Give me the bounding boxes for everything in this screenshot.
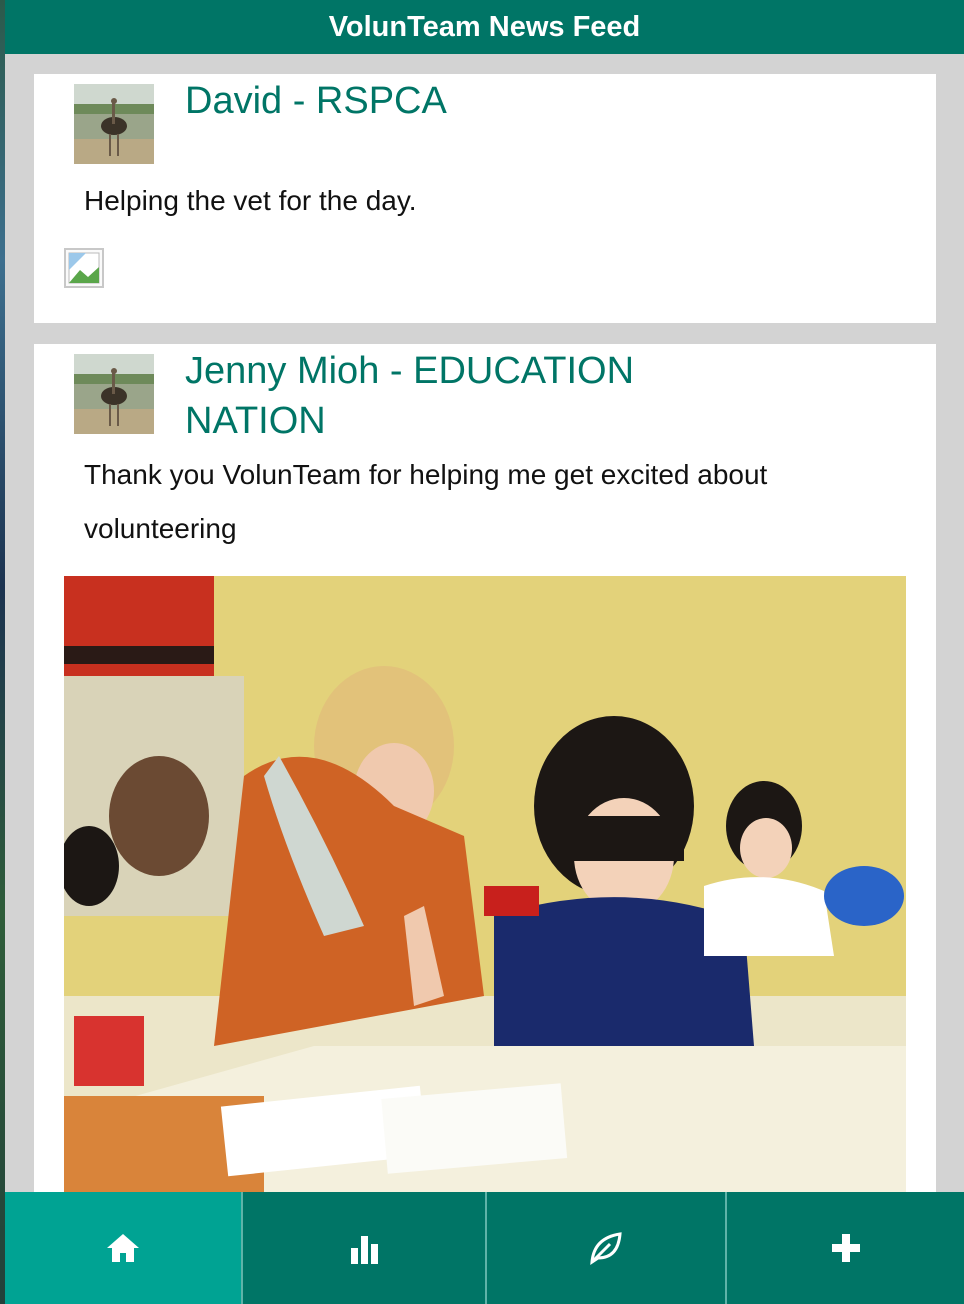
bar-chart-icon: [351, 1236, 378, 1264]
post-author[interactable]: Jenny Mioh - EDUCATION NATION: [185, 346, 685, 446]
post-text: Thank you VolunTeam for helping me get e…: [84, 459, 768, 544]
tab-home[interactable]: [5, 1192, 243, 1304]
post-text: Helping the vet for the day.: [84, 185, 417, 216]
bottom-tab-bar: [5, 1192, 964, 1304]
leaf-icon: [590, 1232, 622, 1265]
avatar[interactable]: [74, 84, 154, 164]
post-card: Jenny Mioh - EDUCATION NATION Thank you …: [34, 344, 936, 1244]
plus-icon: [831, 1234, 860, 1262]
tab-add[interactable]: [727, 1192, 964, 1304]
tab-causes[interactable]: [487, 1192, 727, 1304]
app-header: VolunTeam News Feed: [5, 0, 964, 54]
tab-stats[interactable]: [243, 1192, 487, 1304]
home-icon: [107, 1234, 139, 1262]
page-title: VolunTeam News Feed: [328, 11, 641, 43]
post-author[interactable]: David - RSPCA: [185, 76, 447, 126]
post-card: David - RSPCA Helping the vet for the da…: [34, 74, 936, 323]
broken-image-icon: [64, 248, 104, 288]
classroom-photo[interactable]: [64, 576, 906, 1196]
avatar[interactable]: [74, 354, 154, 434]
background-strip: [0, 0, 5, 1304]
